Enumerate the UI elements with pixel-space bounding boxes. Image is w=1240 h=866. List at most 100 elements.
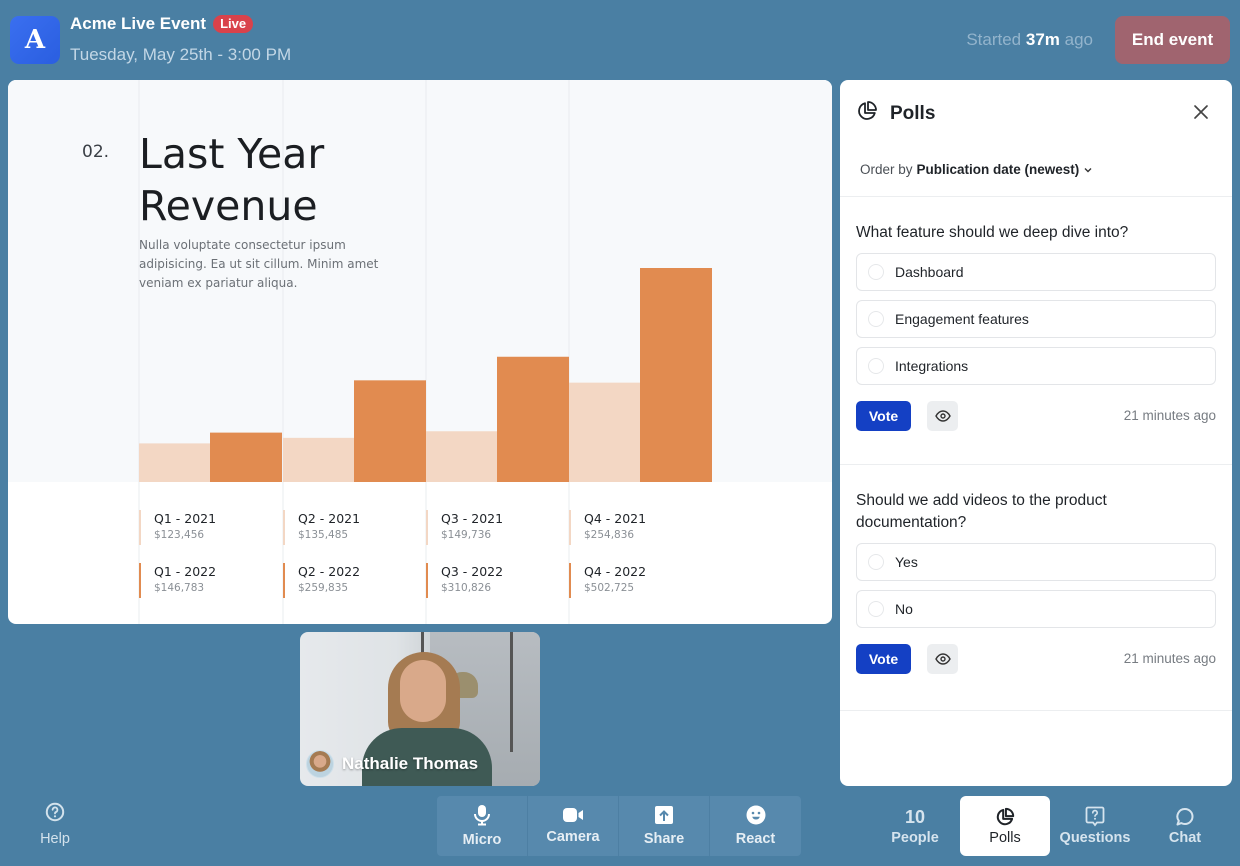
help-icon (45, 802, 65, 822)
view-results-button[interactable] (927, 401, 958, 431)
poll-option-label: Yes (895, 554, 918, 570)
event-title-row: Acme Live Event Live (70, 14, 254, 34)
bar-q2-2022 (354, 380, 426, 482)
panel-divider (840, 196, 1232, 197)
quarter-label-q4-2021: Q4 - 2021 $254,836 (569, 510, 646, 545)
slide-title: Last Year Revenue (139, 130, 325, 230)
participant-name: Nathalie Thomas (342, 754, 479, 773)
chat-bubble-icon (1176, 807, 1194, 825)
view-results-button[interactable] (927, 644, 958, 674)
quarter-revenue: $254,836 (584, 529, 635, 541)
poll-option[interactable]: No (856, 590, 1216, 628)
event-date: Tuesday, May 25th - 3:00 PM (70, 45, 292, 64)
react-label: React (735, 831, 776, 847)
quarter-revenue: $502,725 (584, 582, 635, 594)
questions-tab[interactable]: Questions (1050, 796, 1140, 856)
share-label: Share (643, 831, 685, 847)
quarter-revenue: $149,736 (441, 529, 492, 541)
started-suffix: ago (1064, 30, 1093, 49)
quarter-revenue: $310,826 (441, 582, 492, 594)
close-icon (1194, 105, 1208, 119)
polls-panel-header: Polls (856, 100, 935, 127)
question-bubble-icon (1085, 806, 1105, 827)
quarter-revenue: $123,456 (154, 529, 205, 541)
bar-q1-2021 (139, 443, 210, 482)
event-logo: A (10, 16, 60, 64)
help-label: Help (40, 831, 70, 847)
live-badge: Live (213, 15, 254, 33)
polls-panel: Polls Order by Publication date (newest)… (840, 80, 1232, 786)
bar-q3-2022 (497, 356, 569, 482)
quarter-revenue: $146,783 (154, 582, 205, 594)
presentation-slide: 02. Last Year Revenue Nulla voluptate co… (8, 80, 832, 624)
poll-option-label: No (895, 601, 913, 617)
polls-tab[interactable]: Polls (960, 796, 1050, 856)
order-by-dropdown[interactable]: Order by Publication date (newest) (860, 162, 1093, 177)
quarter-revenue: $259,835 (298, 582, 349, 594)
quarter-label-q1-2021: Q1 - 2021 $123,456 (139, 510, 216, 545)
poll-divider (840, 464, 1232, 465)
started-duration: 37m (1025, 30, 1060, 49)
share-button[interactable]: Share (619, 796, 710, 856)
speaker-video-tile[interactable]: Nathalie Thomas (300, 632, 540, 786)
camera-button[interactable]: Camera (528, 796, 619, 856)
end-event-button[interactable]: End event (1115, 16, 1230, 64)
people-label: People (891, 829, 939, 846)
bar-q2-2021 (283, 437, 354, 482)
people-tab[interactable]: 10 People (870, 796, 960, 856)
quarter-name: Q2 - 2021 (298, 511, 361, 526)
poll-option[interactable]: Dashboard (856, 253, 1216, 291)
radio-button[interactable] (868, 358, 884, 374)
quarter-name: Q4 - 2021 (584, 511, 647, 526)
video-background-frame (510, 632, 513, 752)
poll-option-label: Dashboard (895, 264, 964, 280)
speaker-figure-face (400, 660, 446, 722)
questions-label: Questions (1059, 830, 1131, 846)
camera-label: Camera (546, 829, 600, 845)
poll-question: What feature should we deep dive into? (856, 224, 1129, 241)
share-icon (655, 806, 673, 824)
participant-name-row: Nathalie Thomas (306, 750, 478, 778)
radio-button[interactable] (868, 264, 884, 280)
order-by-value: Publication date (newest) (916, 162, 1080, 177)
vote-button[interactable]: Vote (856, 644, 911, 674)
radio-button[interactable] (868, 601, 884, 617)
bar-q3-2021 (426, 431, 497, 482)
micro-label: Micro (462, 832, 502, 848)
poll-question: Should we add videos to the product docu… (856, 492, 1107, 531)
logo-letter: A (24, 25, 46, 55)
bar-q4-2022 (640, 268, 712, 482)
quarter-revenue: $135,485 (298, 529, 349, 541)
event-title: Acme Live Event (70, 14, 207, 33)
poll-option-label: Integrations (895, 358, 969, 374)
eye-icon (934, 653, 951, 665)
quarter-label-q2-2022: Q2 - 2022 $259,835 (283, 563, 360, 598)
radio-button[interactable] (868, 311, 884, 327)
help-button[interactable]: Help (30, 802, 80, 847)
micro-button[interactable]: Micro (437, 796, 528, 856)
poll-option[interactable]: Yes (856, 543, 1216, 581)
chat-tab[interactable]: Chat (1140, 796, 1230, 856)
quarter-name: Q4 - 2022 (584, 564, 647, 579)
bar-q4-2021 (569, 382, 640, 482)
quarter-label-q3-2021: Q3 - 2021 $149,736 (426, 510, 503, 545)
quarter-label-q4-2022: Q4 - 2022 $502,725 (569, 563, 646, 598)
order-by-label: Order by (860, 162, 913, 177)
quarter-label-q3-2022: Q3 - 2022 $310,826 (426, 563, 503, 598)
react-button[interactable]: React (710, 796, 801, 856)
close-panel-button[interactable] (1190, 101, 1212, 123)
people-count: 10 (904, 806, 926, 827)
radio-button[interactable] (868, 554, 884, 570)
poll-actions: Vote 21 minutes ago (856, 401, 1216, 432)
quarter-name: Q1 - 2022 (154, 564, 217, 579)
quarter-label-q1-2022: Q1 - 2022 $146,783 (139, 563, 216, 598)
poll-option[interactable]: Engagement features (856, 300, 1216, 338)
quarter-name: Q2 - 2022 (298, 564, 361, 579)
poll-option[interactable]: Integrations (856, 347, 1216, 385)
quarter-label-q2-2021: Q2 - 2021 $135,485 (283, 510, 360, 545)
poll-divider (840, 710, 1232, 711)
vote-button[interactable]: Vote (856, 401, 911, 431)
chevron-down-icon (1084, 167, 1092, 172)
polls-label: Polls (989, 829, 1021, 846)
started-status: Started 37m ago (966, 30, 1093, 50)
